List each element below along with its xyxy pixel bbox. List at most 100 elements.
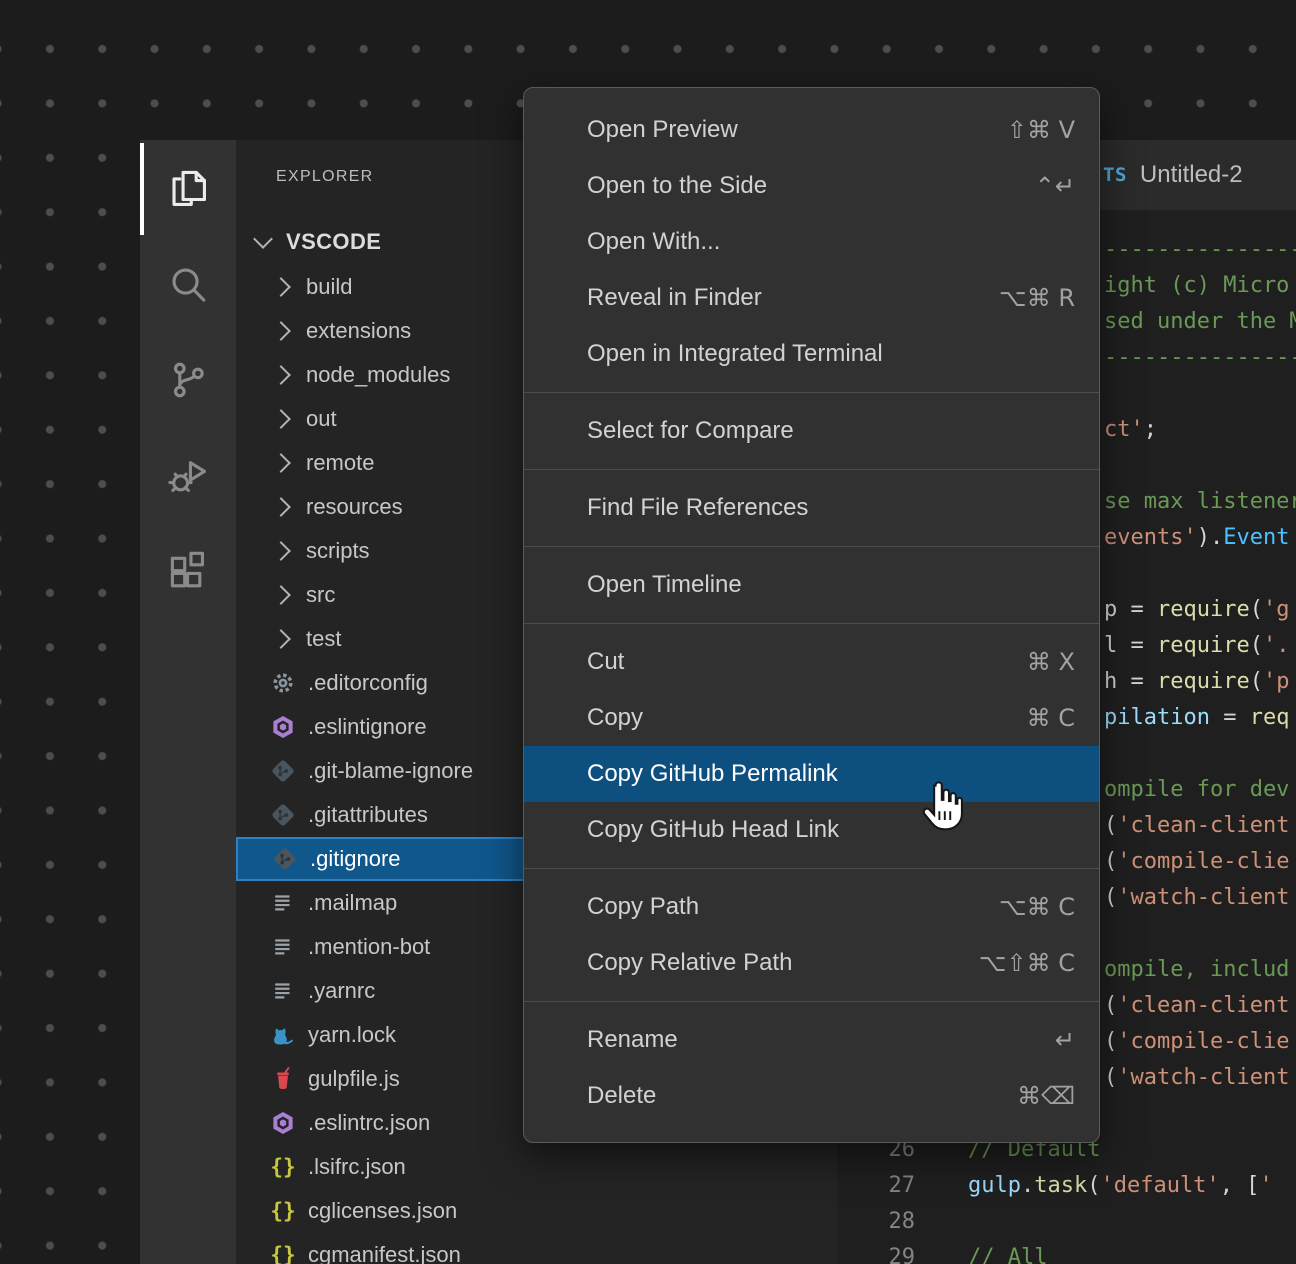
gulp-icon [270, 1066, 296, 1092]
menu-item-label: Select for Compare [587, 417, 1075, 445]
tab-untitled-2[interactable]: TS Untitled-2 [1087, 140, 1259, 210]
activity-explorer-button[interactable] [140, 140, 236, 236]
line-number: 29 [859, 1240, 915, 1264]
json-icon: {} [270, 1242, 296, 1264]
menu-item-select-for-compare[interactable]: Select for Compare [524, 403, 1099, 459]
menu-item-open-with[interactable]: Open With... [524, 214, 1099, 270]
menu-item-copy-relative-path[interactable]: Copy Relative Path⌥⇧⌘ C [524, 935, 1099, 991]
gear-icon [270, 670, 296, 696]
tree-item-label: out [306, 406, 337, 432]
menu-separator [524, 1001, 1099, 1002]
menu-item-shortcut: ⌘ X [1027, 648, 1075, 676]
code-line: p = require('g [1104, 592, 1289, 628]
menu-item-open-in-integrated-terminal[interactable]: Open in Integrated Terminal [524, 326, 1099, 382]
search-icon [165, 261, 211, 307]
menu-item-rename[interactable]: Rename↵ [524, 1012, 1099, 1068]
typescript-file-icon: TS [1103, 164, 1127, 186]
chevron-right-icon [271, 409, 291, 429]
tree-item-label: cgmanifest.json [308, 1242, 461, 1264]
menu-item-label: Open With... [587, 228, 1075, 256]
tab-title: Untitled-2 [1140, 161, 1243, 189]
menu-item-copy[interactable]: Copy⌘ C [524, 690, 1099, 746]
tree-item-label: .gitignore [310, 846, 401, 872]
tree-item-label: cglicenses.json [308, 1198, 457, 1224]
menu-item-copy-github-permalink[interactable]: Copy GitHub Permalink [524, 746, 1099, 802]
menu-separator [524, 392, 1099, 393]
menu-item-copy-path[interactable]: Copy Path⌥⌘ C [524, 879, 1099, 935]
tree-item-label: resources [306, 494, 403, 520]
tree-item-label: node_modules [306, 362, 450, 388]
menu-separator [524, 546, 1099, 547]
menu-item-open-preview[interactable]: Open Preview⇧⌘ V [524, 102, 1099, 158]
menu-item-label: Open Timeline [587, 571, 1075, 599]
menu-item-label: Copy GitHub Head Link [587, 816, 1075, 844]
menu-item-label: Copy Path [587, 893, 999, 921]
menu-item-shortcut: ⇧⌘ V [1007, 116, 1075, 144]
tree-item-label: build [306, 274, 352, 300]
eslint-icon [270, 714, 296, 740]
json-icon: {} [270, 1154, 296, 1180]
menu-item-shortcut: ⌥⇧⌘ C [979, 949, 1075, 977]
yarn-icon [270, 1022, 296, 1048]
tree-item-label: extensions [306, 318, 411, 344]
menu-item-shortcut: ⌥⌘ R [999, 284, 1075, 312]
menu-item-reveal-in-finder[interactable]: Reveal in Finder⌥⌘ R [524, 270, 1099, 326]
code-line: ('watch-client [1104, 880, 1289, 916]
menu-separator [524, 868, 1099, 869]
code-line: // All [968, 1240, 1047, 1264]
tree-item-label: VSCODE [286, 229, 381, 255]
menu-item-label: Find File References [587, 494, 1075, 522]
menu-item-copy-github-head-link[interactable]: Copy GitHub Head Link [524, 802, 1099, 858]
json-icon: {} [270, 1198, 296, 1224]
activity-source-control-button[interactable] [140, 332, 236, 428]
chevron-right-icon [271, 365, 291, 385]
code-line: se max listener [1104, 484, 1296, 520]
code-line: -------------------- [1104, 232, 1296, 268]
menu-item-open-timeline[interactable]: Open Timeline [524, 557, 1099, 613]
code-line: gulp.task('default', [' [968, 1168, 1273, 1204]
chevron-right-icon [271, 453, 291, 473]
tree-item-label: .gitattributes [308, 802, 428, 828]
desktop-background: EXPLORER VSCODE build extensions node_modul… [0, 0, 1296, 1264]
menu-item-delete[interactable]: Delete⌘⌫ [524, 1068, 1099, 1124]
menu-item-label: Open Preview [587, 116, 1007, 144]
menu-item-label: Delete [587, 1082, 1017, 1110]
code-line: events').Event [1104, 520, 1289, 556]
tree-item-label: gulpfile.js [308, 1066, 400, 1092]
source-control-icon [165, 357, 211, 403]
menu-item-find-file-references[interactable]: Find File References [524, 480, 1099, 536]
context-menu: Open Preview⇧⌘ VOpen to the Side⌃↵Open W… [523, 87, 1100, 1143]
tree-file-cglicenses-json[interactable]: {} cglicenses.json [236, 1189, 837, 1233]
text-file-icon [270, 890, 296, 916]
menu-item-shortcut: ⌥⌘ C [999, 893, 1075, 921]
chevron-right-icon [271, 585, 291, 605]
menu-item-shortcut: ↵ [1055, 1026, 1075, 1054]
activity-extensions-button[interactable] [140, 523, 236, 619]
menu-item-shortcut: ⌃↵ [1035, 172, 1075, 200]
menu-item-label: Copy [587, 704, 1027, 732]
tree-item-label: .eslintignore [308, 714, 427, 740]
code-line: -------------------- [1104, 340, 1296, 376]
tree-item-label: .yarnrc [308, 978, 375, 1004]
chevron-right-icon [271, 321, 291, 341]
menu-item-open-to-the-side[interactable]: Open to the Side⌃↵ [524, 158, 1099, 214]
tree-item-label: yarn.lock [308, 1022, 396, 1048]
menu-item-cut[interactable]: Cut⌘ X [524, 634, 1099, 690]
code-line: pilation = req [1104, 700, 1289, 736]
menu-item-shortcut: ⌘⌫ [1017, 1082, 1075, 1110]
code-line: ct'; [1104, 412, 1157, 448]
git-icon [272, 846, 298, 872]
tree-file-cgmanifest-json[interactable]: {} cgmanifest.json [236, 1233, 837, 1264]
chevron-right-icon [271, 277, 291, 297]
activity-run-debug-button[interactable] [140, 427, 236, 523]
menu-item-label: Reveal in Finder [587, 284, 999, 312]
code-line: ('watch-client [1104, 1060, 1289, 1096]
sidebar-title: EXPLORER [276, 168, 374, 186]
menu-separator [524, 623, 1099, 624]
run-debug-icon [165, 452, 211, 498]
code-line: ('clean-client [1104, 988, 1289, 1024]
git-icon [270, 802, 296, 828]
tree-item-label: .git-blame-ignore [308, 758, 473, 784]
activity-search-button[interactable] [140, 236, 236, 332]
tree-file-lsifrc-json[interactable]: {}.lsifrc.json [236, 1145, 837, 1189]
